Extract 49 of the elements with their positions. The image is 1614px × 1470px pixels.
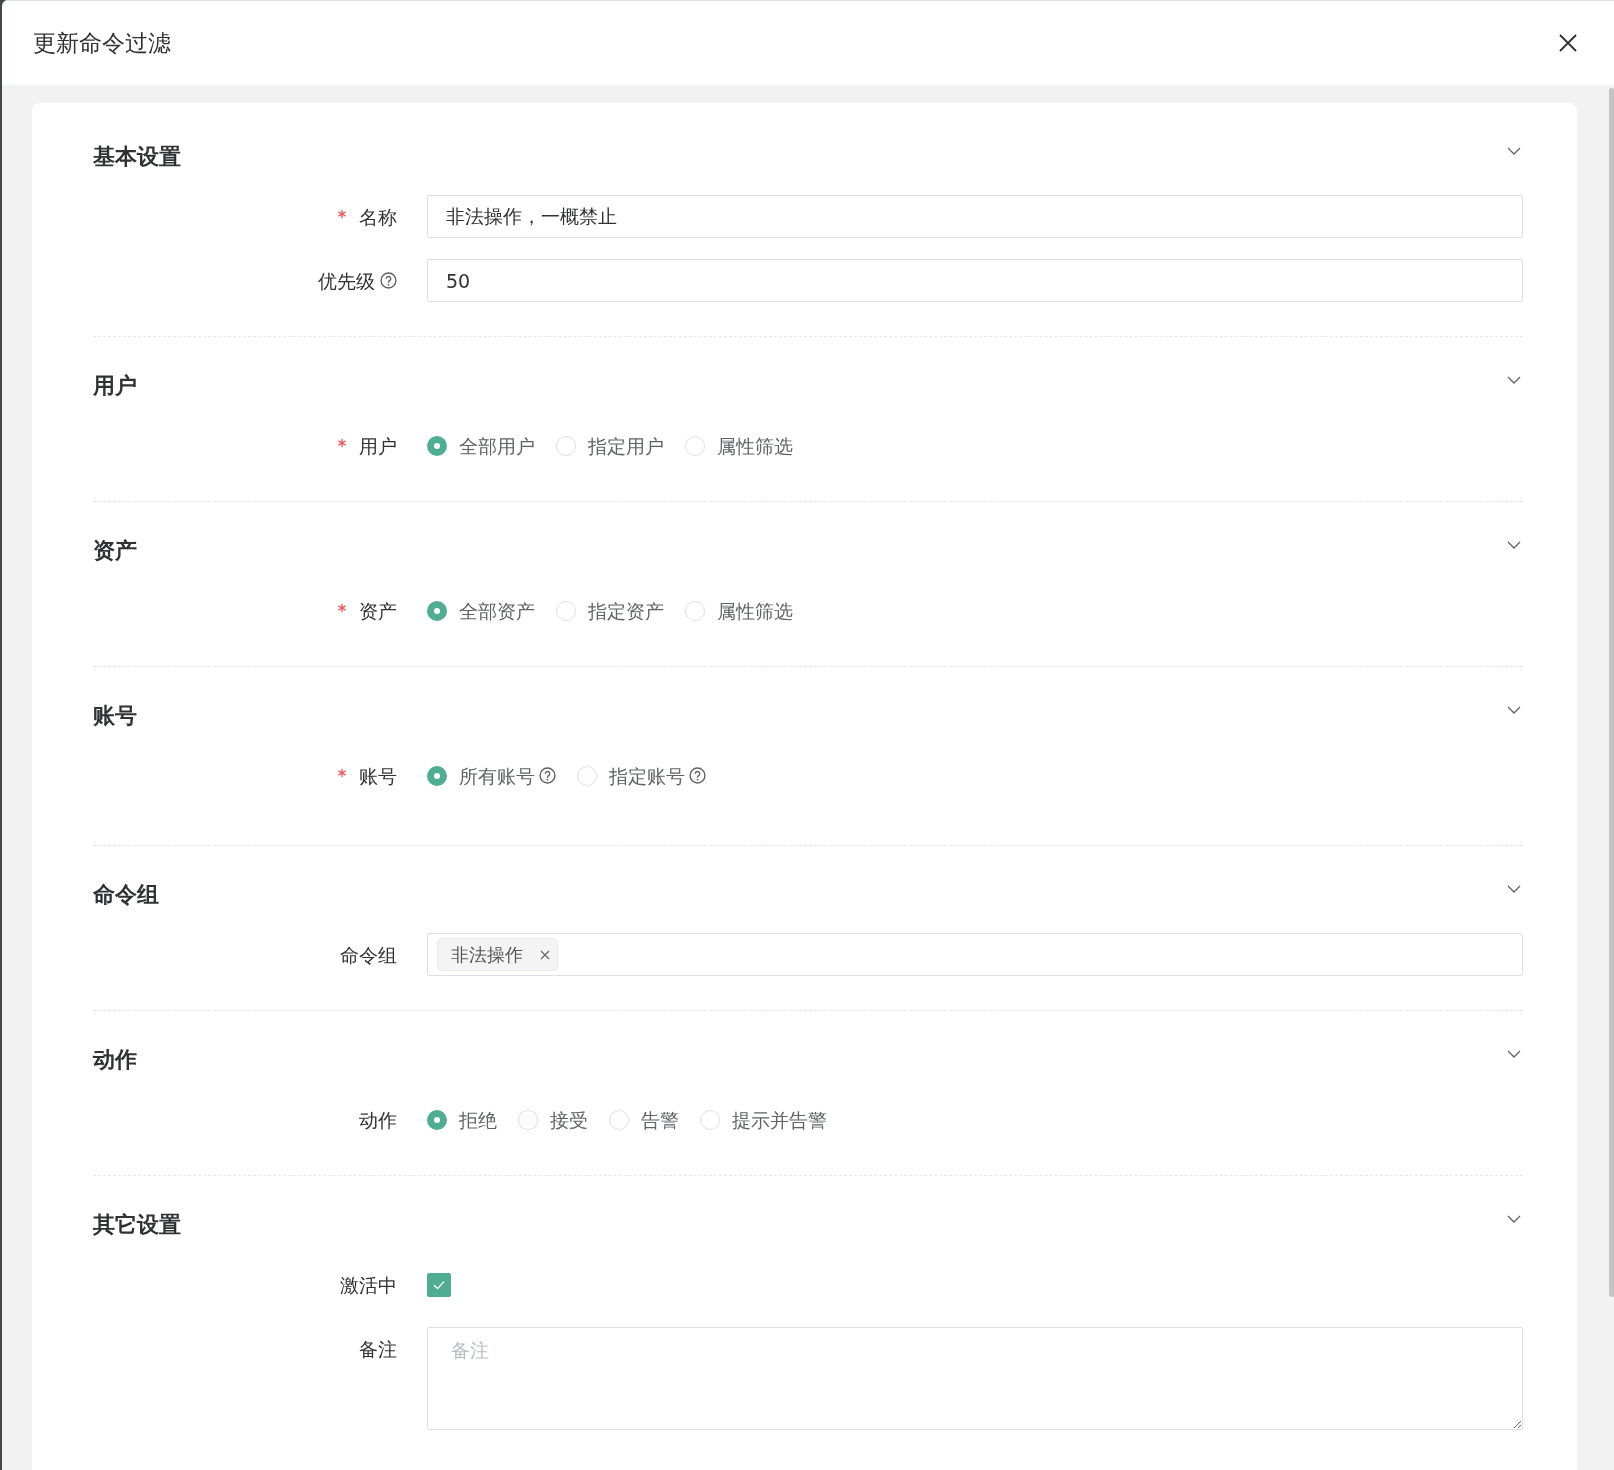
radio-option[interactable]: 属性筛选: [685, 432, 793, 459]
section-title: 其它设置: [93, 1213, 181, 1237]
textarea-field[interactable]: 备注: [427, 1327, 1523, 1430]
radio-option[interactable]: 指定用户: [556, 432, 664, 459]
field-label: 优先级: [318, 268, 375, 294]
radio-option[interactable]: 属性筛选: [685, 597, 793, 624]
close-icon: [1559, 34, 1577, 52]
chevron-down-icon[interactable]: [1507, 1215, 1521, 1223]
radio-option[interactable]: 全部资产: [427, 597, 535, 624]
field-label: 命令组: [340, 942, 397, 968]
section-title: 基本设置: [93, 145, 181, 169]
tag-label: 非法操作: [451, 942, 523, 967]
radio-option[interactable]: 接受: [518, 1106, 588, 1133]
help-icon[interactable]: [539, 767, 556, 784]
chevron-down-icon[interactable]: [1507, 1050, 1521, 1058]
text-input[interactable]: 50: [427, 259, 1523, 302]
radio-option[interactable]: 提示并告警: [700, 1106, 827, 1133]
field-label: 账号: [359, 763, 397, 789]
radio-option[interactable]: 全部用户: [427, 432, 535, 459]
field-label: 资产: [359, 598, 397, 624]
field-label: 动作: [359, 1107, 397, 1133]
scrollbar-thumb[interactable]: [1609, 88, 1614, 1297]
radio-option[interactable]: 告警: [609, 1106, 679, 1133]
chevron-down-icon[interactable]: [1507, 376, 1521, 384]
chevron-down-icon[interactable]: [1507, 885, 1521, 893]
drawer-title: 更新命令过滤: [33, 29, 171, 58]
help-icon[interactable]: [689, 767, 706, 784]
close-button[interactable]: [1559, 34, 1577, 52]
chevron-down-icon[interactable]: [1507, 147, 1521, 155]
section-title: 命令组: [93, 883, 159, 907]
section-title: 账号: [93, 704, 137, 728]
radio-option[interactable]: 指定资产: [556, 597, 664, 624]
field-label: 激活中: [340, 1272, 397, 1298]
text-input[interactable]: 非法操作，一概禁止: [427, 195, 1523, 238]
chevron-down-icon[interactable]: [1507, 541, 1521, 549]
section-title: 动作: [93, 1048, 137, 1072]
tag-select-field[interactable]: 非法操作: [427, 933, 1523, 976]
radio-option[interactable]: 指定账号: [577, 762, 706, 789]
section-title: 用户: [93, 374, 137, 398]
close-icon[interactable]: [540, 949, 550, 960]
section-title: 资产: [93, 539, 137, 563]
help-icon[interactable]: [380, 272, 397, 289]
checkbox[interactable]: [427, 1272, 451, 1297]
field-label: 名称: [359, 204, 397, 230]
radio-option[interactable]: 所有账号: [427, 762, 556, 789]
chevron-down-icon[interactable]: [1507, 706, 1521, 714]
radio-option[interactable]: 拒绝: [427, 1106, 497, 1133]
field-label: 备注: [359, 1336, 397, 1362]
field-label: 用户: [359, 433, 397, 459]
